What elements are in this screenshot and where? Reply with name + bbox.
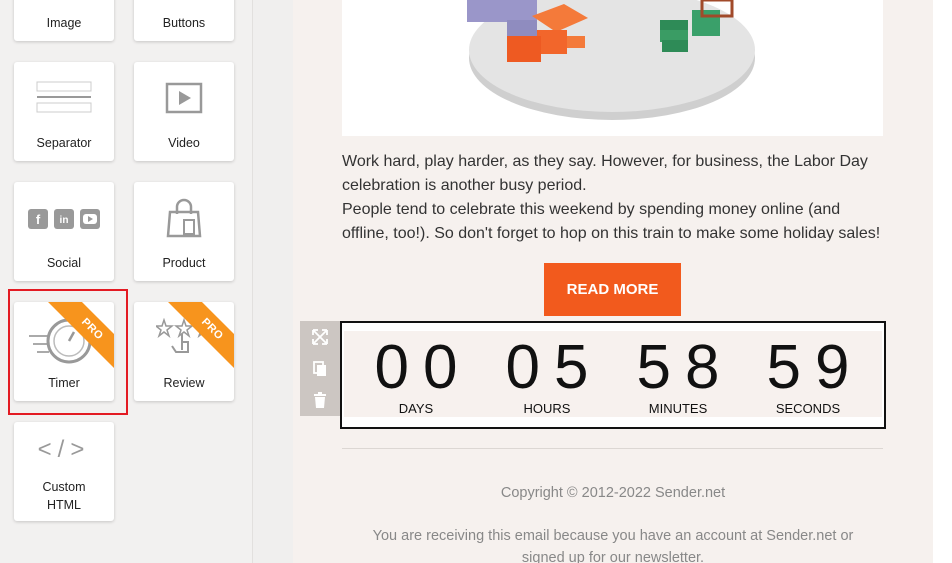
- paragraph-1-line-2: celebration is another busy period.: [342, 177, 587, 194]
- block-label: Review: [163, 376, 205, 390]
- custom-html-label-line2: HTML: [46, 498, 82, 512]
- paragraph-2-line-2: offline, too!). So don't forget to hop o…: [342, 225, 881, 242]
- countdown-hours-label: HOURS: [523, 401, 571, 416]
- block-image[interactable]: Image: [14, 0, 114, 41]
- email-canvas: Work hard, play harder, as they say. How…: [293, 0, 933, 563]
- block-review[interactable]: PRO Review: [134, 302, 234, 401]
- shopping-bag-icon: [166, 198, 202, 238]
- svg-text:in: in: [60, 215, 69, 226]
- warehouse-illustration: [467, 0, 755, 120]
- social-icon: f in: [28, 209, 100, 229]
- countdown-seconds-value: 59: [766, 333, 864, 402]
- block-separator[interactable]: Separator: [14, 62, 114, 161]
- countdown-hours-value: 05: [505, 333, 603, 402]
- countdown-timer[interactable]: 00 DAYS 05 HOURS 58 MINUTES 59 SECONDS: [340, 321, 886, 429]
- block-label: Custom HTML: [14, 478, 114, 514]
- block-label: Social: [46, 256, 82, 270]
- block-label: Image: [46, 16, 82, 30]
- footer-notice-line-2: signed up for our newsletter.: [521, 550, 705, 563]
- separator-icon: [36, 81, 92, 113]
- hero-illustration: [342, 0, 883, 136]
- block-label: Buttons: [162, 16, 206, 30]
- countdown-hours: 05 HOURS: [482, 323, 612, 417]
- block-video[interactable]: Video: [134, 62, 234, 161]
- code-icon: </>: [37, 436, 91, 463]
- timer-selection-highlight: [8, 289, 128, 415]
- paragraph-2-line-1: People tend to celebrate this weekend by…: [342, 201, 841, 218]
- countdown-minutes-value: 58: [636, 333, 734, 402]
- countdown-days-value: 00: [374, 333, 472, 402]
- custom-html-label-line1: Custom: [42, 480, 86, 494]
- read-more-button[interactable]: READ MORE: [544, 263, 681, 316]
- countdown-seconds-label: SECONDS: [775, 401, 841, 416]
- block-label: Separator: [36, 136, 92, 150]
- trash-icon[interactable]: [312, 392, 328, 408]
- video-icon: [165, 82, 203, 114]
- block-social[interactable]: f in Social: [14, 182, 114, 281]
- block-label: Product: [162, 256, 206, 270]
- footer-notice-line-1: You are receiving this email because you…: [372, 528, 854, 544]
- countdown-days-label: DAYS: [398, 401, 434, 416]
- footer-copyright: Copyright © 2012-2022 Sender.net: [500, 485, 726, 501]
- countdown-minutes-label: MINUTES: [648, 401, 708, 416]
- countdown-seconds: 59 SECONDS: [743, 323, 873, 417]
- countdown-days: 00 DAYS: [351, 323, 481, 417]
- block-toolbar: [300, 321, 340, 416]
- block-label: Video: [168, 136, 200, 150]
- expand-icon[interactable]: [312, 329, 328, 345]
- block-product[interactable]: Product: [134, 182, 234, 281]
- stars-hand-icon: [156, 318, 212, 353]
- block-custom-html[interactable]: </> Custom HTML: [14, 422, 114, 521]
- block-palette: Image Buttons Separator Video f in Socia…: [0, 0, 253, 563]
- paragraph-1-line-1: Work hard, play harder, as they say. How…: [342, 153, 868, 170]
- copy-icon[interactable]: [312, 361, 328, 377]
- block-buttons[interactable]: Buttons: [134, 0, 234, 41]
- countdown-minutes: 58 MINUTES: [613, 323, 743, 417]
- scrollbar-track[interactable]: [933, 0, 952, 563]
- svg-text:f: f: [36, 212, 41, 227]
- footer-divider: [342, 448, 883, 449]
